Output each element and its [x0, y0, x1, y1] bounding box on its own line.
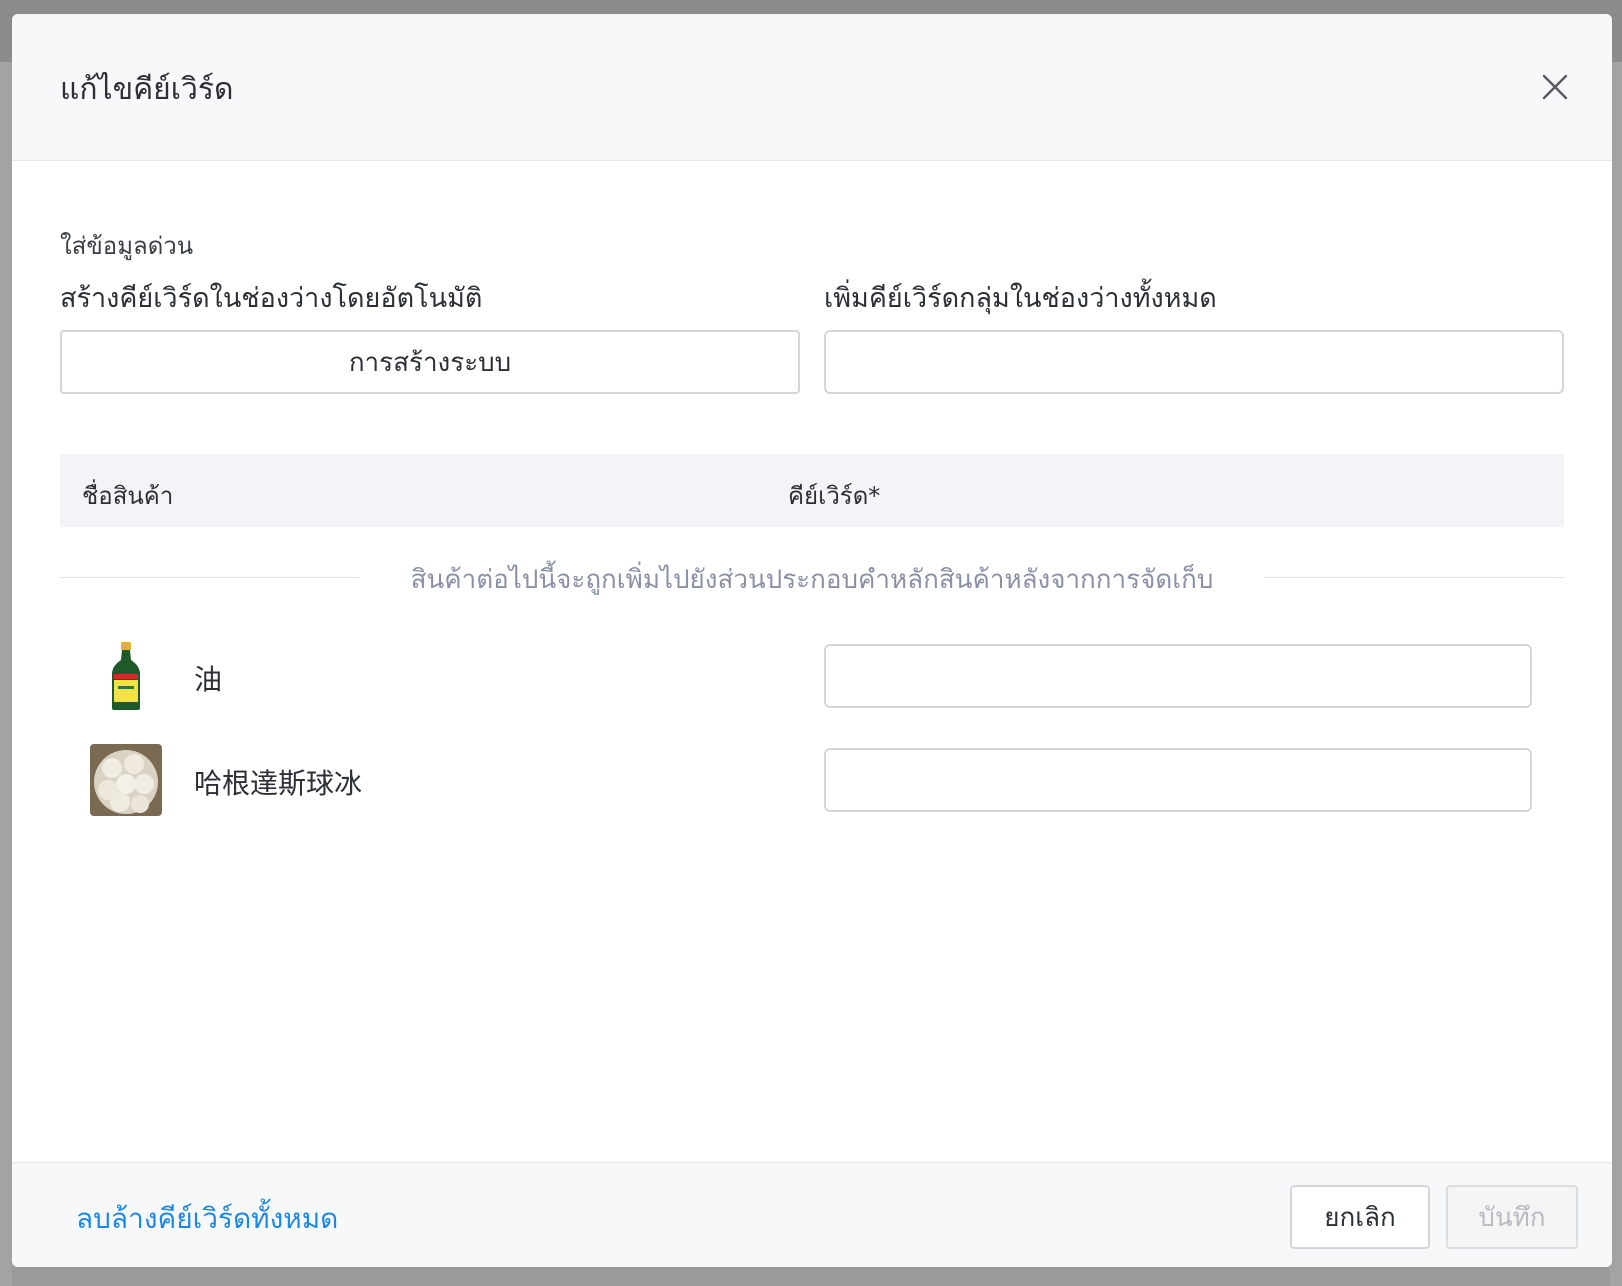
- batch-keyword-input[interactable]: [824, 330, 1564, 394]
- dumplings-image: [90, 744, 162, 816]
- cancel-button[interactable]: ยกเลิก: [1290, 1185, 1430, 1249]
- table-row: 哈根達斯球冰: [60, 740, 1564, 820]
- table-header: ชื่อสินค้า คีย์เวิร์ด*: [60, 454, 1564, 527]
- keyword-input[interactable]: [824, 644, 1532, 708]
- product-thumbnail-oil: [90, 640, 162, 712]
- background-edge-left: [0, 62, 12, 1286]
- modal-header: แก้ไขคีย์เวิร์ด: [12, 14, 1612, 161]
- column-header-keyword: คีย์เวิร์ด*: [788, 482, 881, 510]
- product-thumbnail-dumplings: [90, 744, 162, 816]
- notice-text: สินค้าต่อไปนี้จะถูกเพิ่มไปยังส่วนประกอบค…: [382, 565, 1242, 595]
- batch-add-label: เพิ่มคีย์เวิร์ดกลุ่มในช่องว่างทั้งหมด: [824, 283, 1217, 314]
- close-button[interactable]: [1538, 70, 1572, 104]
- close-icon: [1542, 74, 1568, 100]
- notice-divider: สินค้าต่อไปนี้จะถูกเพิ่มไปยังส่วนประกอบค…: [60, 559, 1564, 595]
- table-row: 油: [60, 636, 1564, 716]
- modal-title: แก้ไขคีย์เวิร์ด: [60, 72, 234, 107]
- edit-keyword-modal: แก้ไขคีย์เวิร์ด ใส่ข้อมูลด่วน สร้างคีย์เ…: [12, 14, 1612, 1267]
- notice-text-wrap: สินค้าต่อไปนี้จะถูกเพิ่มไปยังส่วนประกอบค…: [60, 559, 1564, 600]
- system-generate-button[interactable]: การสร้างระบบ: [60, 330, 800, 394]
- save-button[interactable]: บันทึก: [1446, 1185, 1578, 1249]
- quick-fill-label: ใส่ข้อมูลด่วน: [60, 232, 194, 260]
- column-header-product-name: ชื่อสินค้า: [82, 482, 174, 510]
- auto-generate-label: สร้างคีย์เวิร์ดในช่องว่างโดยอัตโนมัติ: [60, 283, 483, 314]
- keyword-input[interactable]: [824, 748, 1532, 812]
- oil-bottle-image: [90, 640, 162, 712]
- product-name: 哈根達斯球冰: [194, 767, 363, 800]
- clear-all-keywords-link[interactable]: ลบล้างคีย์เวิร์ดทั้งหมด: [76, 1197, 338, 1241]
- product-name: 油: [194, 663, 223, 696]
- modal-footer: ลบล้างคีย์เวิร์ดทั้งหมด ยกเลิก บันทึก: [12, 1162, 1612, 1267]
